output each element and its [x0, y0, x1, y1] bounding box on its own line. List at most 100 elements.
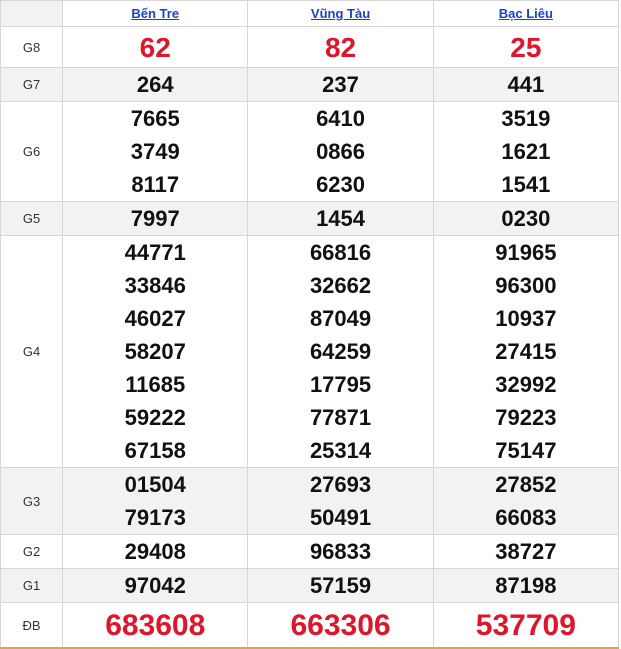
prize-cell: 441 — [432, 67, 620, 102]
prize-label: G6 — [0, 101, 64, 202]
prize-number: 01504 — [124, 472, 186, 497]
prize-number: 237 — [322, 72, 359, 97]
prize-cell: 96833 — [247, 534, 434, 569]
prize-number: 77871 — [309, 405, 372, 430]
header-corner — [0, 0, 64, 27]
prize-number: 10937 — [495, 306, 557, 331]
prize-number: 96300 — [495, 273, 557, 298]
prize-cell: 25 — [432, 26, 620, 68]
prize-number: 62 — [139, 31, 171, 63]
prize-cell: 44771 33846 46027 58207 11685 59222 6715… — [62, 235, 249, 468]
prize-number: 27852 — [495, 472, 557, 497]
prize-cell: 62 — [62, 26, 249, 68]
prize-number: 66083 — [495, 505, 557, 530]
province-link-bac-lieu[interactable]: Bạc Liêu — [499, 6, 553, 21]
prize-number: 264 — [136, 72, 174, 97]
province-header-vung-tau: Vũng Tàu — [247, 0, 434, 27]
prize-cell: 683608 — [62, 602, 249, 649]
prize-cell: 6410 0866 6230 — [247, 101, 434, 202]
prize-row-g4: G4 44771 33846 46027 58207 11685 59222 6… — [0, 235, 620, 468]
prize-number: 32992 — [495, 372, 557, 397]
prize-cell: 237 — [247, 67, 434, 102]
prize-cell: 27693 50491 — [247, 467, 434, 535]
prize-number: 50491 — [309, 505, 372, 530]
lottery-results-table: Bến Tre Vũng Tàu Bạc Liêu G8 62 82 25 G7… — [0, 0, 620, 649]
prize-cell: 01504 79173 — [62, 467, 249, 535]
prize-row-g6: G6 7665 3749 8117 6410 0866 6230 3519 16… — [0, 101, 620, 202]
prize-cell: 0230 — [432, 201, 620, 236]
prize-row-g1: G1 97042 57159 87198 — [0, 568, 620, 603]
prize-number: 7997 — [130, 206, 180, 231]
prize-number: 27415 — [495, 339, 557, 364]
prize-number: 0866 — [316, 139, 366, 164]
prize-number: 87198 — [495, 573, 557, 598]
prize-number: 1454 — [316, 206, 366, 231]
prize-row-g8: G8 62 82 25 — [0, 26, 620, 68]
prize-row-special: ĐB 683608 663306 537709 — [0, 602, 620, 649]
prize-label: G2 — [0, 534, 64, 569]
prize-cell: 7997 — [62, 201, 249, 236]
prize-number: 6230 — [316, 172, 366, 197]
prize-label: G4 — [0, 235, 64, 468]
province-header-row: Bến Tre Vũng Tàu Bạc Liêu — [0, 0, 620, 27]
prize-number: 1621 — [501, 139, 551, 164]
prize-row-g3: G3 01504 79173 27693 50491 27852 66083 — [0, 467, 620, 535]
prize-cell: 91965 96300 10937 27415 32992 79223 7514… — [432, 235, 620, 468]
prize-cell: 1454 — [247, 201, 434, 236]
prize-number: 3749 — [130, 139, 180, 164]
prize-number: 25314 — [309, 438, 372, 463]
prize-number: 1541 — [501, 172, 551, 197]
prize-number: 17795 — [309, 372, 372, 397]
prize-number: 27693 — [309, 472, 372, 497]
prize-number: 38727 — [495, 539, 557, 564]
prize-number: 82 — [324, 31, 357, 63]
prize-number: 537709 — [475, 608, 576, 642]
prize-number: 25 — [510, 31, 542, 63]
prize-row-g5: G5 7997 1454 0230 — [0, 201, 620, 236]
prize-number: 67158 — [124, 438, 186, 463]
prize-label: ĐB — [0, 602, 64, 649]
prize-number: 79223 — [495, 405, 557, 430]
prize-cell: 97042 — [62, 568, 249, 603]
province-link-ben-tre[interactable]: Bến Tre — [131, 6, 179, 21]
province-header-bac-lieu: Bạc Liêu — [432, 0, 620, 27]
prize-number: 44771 — [124, 240, 186, 265]
prize-number: 57159 — [309, 573, 372, 598]
prize-number: 46027 — [124, 306, 186, 331]
province-link-vung-tau[interactable]: Vũng Tàu — [311, 6, 370, 21]
prize-number: 683608 — [105, 608, 206, 642]
prize-cell: 663306 — [247, 602, 434, 649]
prize-cell: 87198 — [432, 568, 620, 603]
prize-cell: 82 — [247, 26, 434, 68]
prize-cell: 7665 3749 8117 — [62, 101, 249, 202]
prize-label: G7 — [0, 67, 64, 102]
prize-number: 7665 — [130, 106, 180, 131]
province-header-ben-tre: Bến Tre — [62, 0, 249, 27]
prize-row-g2: G2 29408 96833 38727 — [0, 534, 620, 569]
prize-number: 8117 — [131, 172, 180, 197]
prize-number: 59222 — [124, 405, 186, 430]
prize-number: 3519 — [501, 106, 551, 131]
prize-number: 32662 — [309, 273, 372, 298]
prize-number: 66816 — [309, 240, 372, 265]
prize-number: 75147 — [495, 438, 557, 463]
prize-number: 79173 — [124, 505, 186, 530]
prize-cell: 537709 — [432, 602, 620, 649]
prize-label: G3 — [0, 467, 64, 535]
prize-cell: 29408 — [62, 534, 249, 569]
prize-cell: 38727 — [432, 534, 620, 569]
prize-number: 441 — [507, 72, 545, 97]
prize-cell: 3519 1621 1541 — [432, 101, 620, 202]
prize-label: G5 — [0, 201, 64, 236]
prize-number: 6410 — [316, 106, 366, 131]
prize-number: 0230 — [501, 206, 551, 231]
prize-number: 58207 — [124, 339, 186, 364]
prize-number: 87049 — [309, 306, 372, 331]
prize-label: G1 — [0, 568, 64, 603]
prize-number: 663306 — [290, 608, 391, 642]
prize-number: 64259 — [309, 339, 372, 364]
prize-number: 97042 — [124, 573, 186, 598]
prize-row-g7: G7 264 237 441 — [0, 67, 620, 102]
prize-number: 29408 — [124, 539, 186, 564]
prize-number: 96833 — [309, 539, 372, 564]
